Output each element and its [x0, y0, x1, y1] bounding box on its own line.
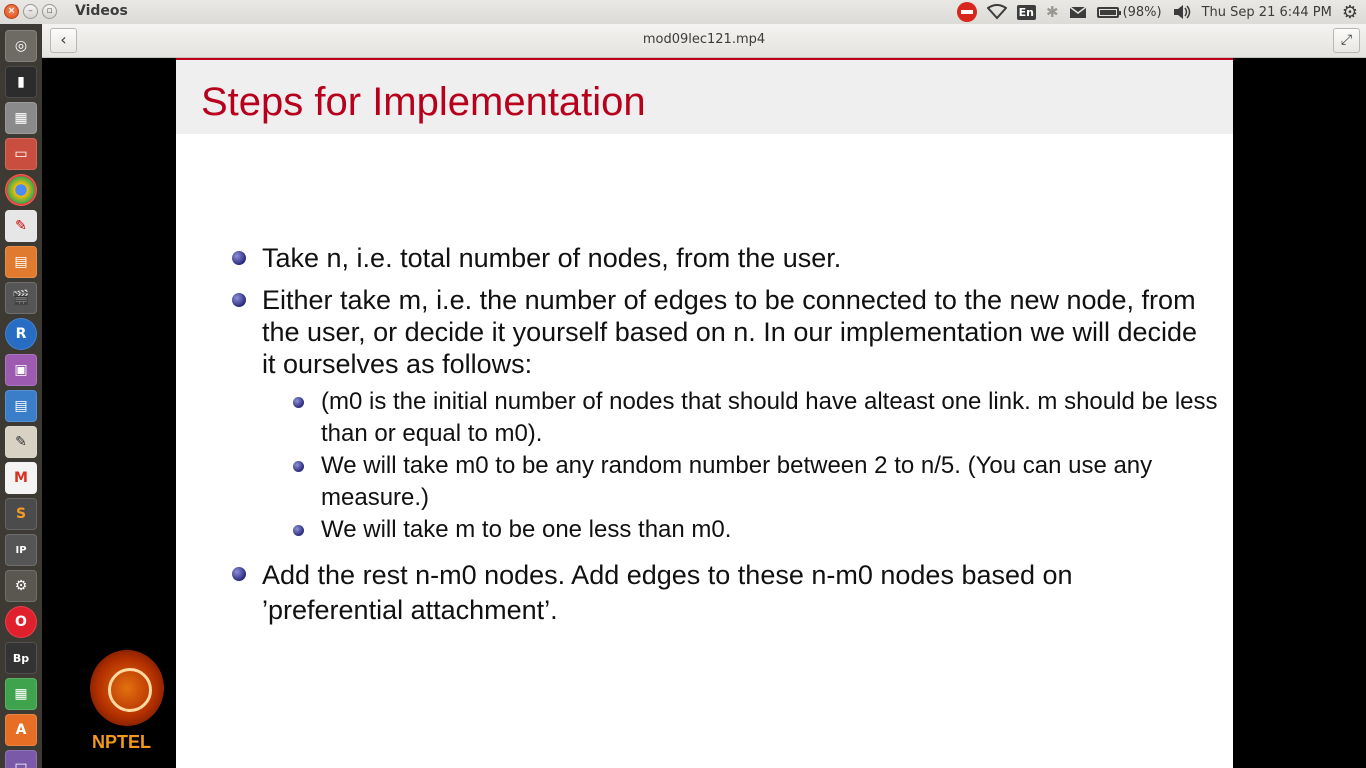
bluetooth-icon[interactable]: ✱ — [1046, 3, 1059, 21]
clock[interactable]: Thu Sep 21 6:44 PM — [1202, 5, 1332, 20]
pdf-viewer-icon[interactable]: ✎ — [5, 210, 37, 242]
keyboard-layout-indicator[interactable]: En — [1016, 4, 1036, 20]
slide-bullet: Add the rest n-m0 nodes. Add edges to th… — [232, 558, 1212, 628]
no-entry-indicator-icon[interactable] — [956, 2, 977, 22]
files-icon[interactable]: ▭ — [5, 138, 37, 170]
bullet-dot-icon — [232, 251, 246, 265]
slide-title: Steps for Implementation — [201, 80, 646, 124]
chrome-icon[interactable] — [5, 174, 37, 206]
bullet-dot-icon — [232, 567, 246, 581]
bullet-dot-icon — [293, 461, 304, 472]
window-controls: × – ▫ — [4, 4, 57, 19]
gmail-icon[interactable]: M — [5, 462, 37, 494]
system-indicators: En ✱ (98%) Thu Sep 21 6:44 PM ⚙ — [956, 0, 1366, 24]
opera-icon[interactable]: O — [5, 606, 37, 638]
close-window-button[interactable]: × — [4, 4, 19, 19]
bullet-dot-icon — [293, 397, 304, 408]
software-center-icon[interactable]: A — [5, 714, 37, 746]
slide-bullet: Either take m, i.e. the number of edges … — [232, 284, 1212, 380]
expand-icon: ⤢ — [1340, 32, 1353, 48]
top-panel: × – ▫ Videos En ✱ (98%) Thu Sep 21 6:44 … — [0, 0, 1366, 24]
mail-icon[interactable] — [1069, 5, 1087, 19]
settings-icon[interactable]: ⚙ — [5, 570, 37, 602]
video-header-bar: ‹ mod09lec121.mp4 ⤢ — [42, 24, 1366, 58]
ubuntu-dash-icon[interactable]: ◎ — [5, 30, 37, 62]
slide-sub-bullet: (m0 is the initial number of nodes that … — [293, 386, 1221, 450]
lecture-slide: Steps for Implementation Take n, i.e. to… — [176, 58, 1233, 768]
launcher: ◎ ▮ ▦ ▭ ✎ ▤ 🎬 R ▣ ▤ ✎ M S IP ⚙ O Bp ▦ A … — [0, 24, 42, 768]
nptel-logo-text: NPTEL — [92, 732, 152, 752]
bullet-dot-icon — [293, 525, 304, 536]
sublime-icon[interactable]: S — [5, 498, 37, 530]
video-editor-icon[interactable]: 🎬 — [5, 282, 37, 314]
gear-icon[interactable]: ⚙ — [1342, 2, 1358, 23]
app-title: Videos — [75, 3, 128, 19]
battery-indicator[interactable]: (98%) — [1096, 4, 1162, 20]
maximize-window-button[interactable]: ▫ — [42, 4, 57, 19]
battery-percent: (98%) — [1122, 4, 1162, 20]
photo-icon[interactable]: Bp — [5, 642, 37, 674]
calculator-icon[interactable]: ▦ — [5, 102, 37, 134]
video-file-title: mod09lec121.mp4 — [642, 32, 766, 47]
video-player-area[interactable]: Steps for Implementation Take n, i.e. to… — [42, 58, 1366, 768]
terminal-icon[interactable]: ▮ — [5, 66, 37, 98]
impress-icon[interactable]: ▤ — [5, 246, 37, 278]
nptel-logo-icon — [90, 650, 164, 726]
slide-bullet: Take n, i.e. total number of nodes, from… — [232, 242, 1212, 274]
drive-icon[interactable]: ▭ — [5, 750, 37, 768]
battery-icon — [1096, 6, 1121, 18]
volume-icon[interactable] — [1172, 4, 1192, 20]
text-editor-icon[interactable]: ✎ — [5, 426, 37, 458]
ipython-icon[interactable]: IP — [5, 534, 37, 566]
slide-header: Steps for Implementation — [176, 58, 1233, 134]
spreadsheet-icon[interactable]: ▦ — [5, 678, 37, 710]
slide-sub-bullet: We will take m to be one less than m0. — [293, 514, 1221, 546]
fullscreen-button[interactable]: ⤢ — [1333, 28, 1360, 53]
bullet-dot-icon — [232, 293, 246, 307]
r-icon[interactable]: R — [5, 318, 37, 350]
wifi-icon[interactable] — [986, 4, 1007, 20]
writer-icon[interactable]: ▤ — [5, 390, 37, 422]
screenshot-icon[interactable]: ▣ — [5, 354, 37, 386]
slide-sub-bullet: We will take m0 to be any random number … — [293, 450, 1221, 514]
minimize-window-button[interactable]: – — [23, 4, 38, 19]
